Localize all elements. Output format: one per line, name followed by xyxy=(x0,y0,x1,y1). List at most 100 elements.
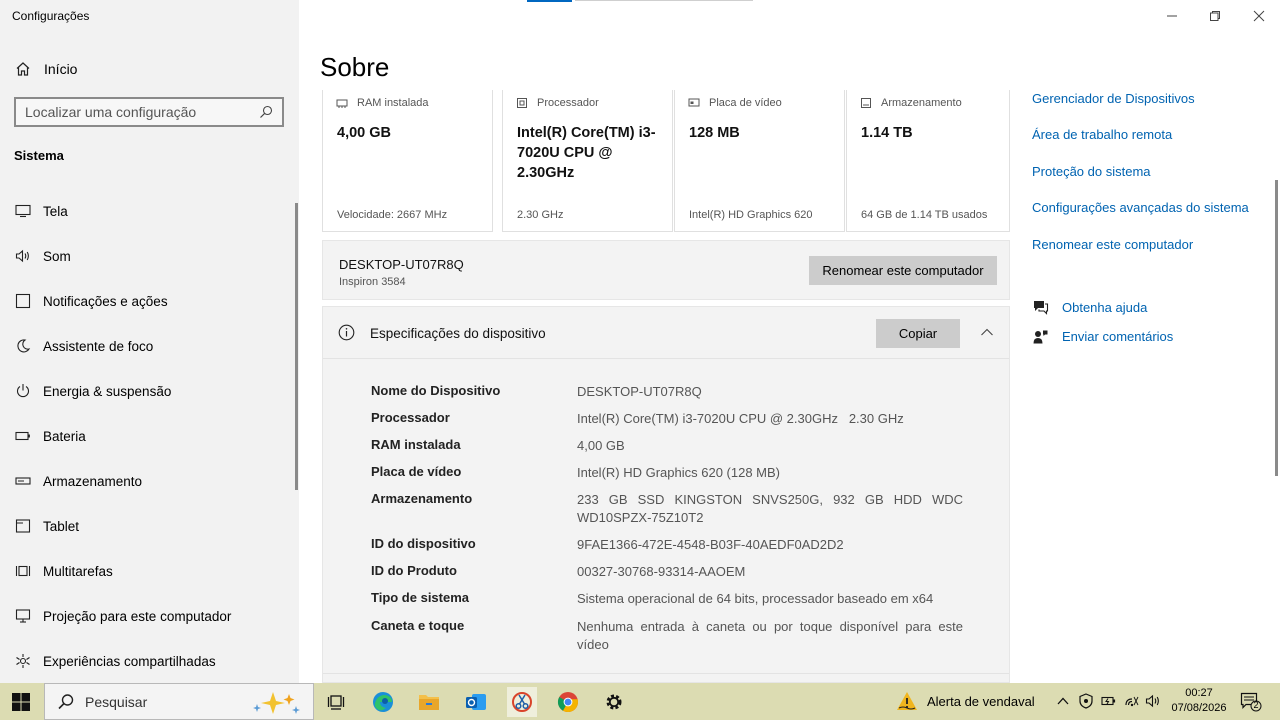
get-help-label: Obtenha ajuda xyxy=(1062,300,1148,315)
close-icon xyxy=(1253,10,1265,22)
pc-model: Inspiron 3584 xyxy=(339,276,406,288)
chevron-up-icon[interactable] xyxy=(1055,693,1071,709)
settings-search[interactable] xyxy=(14,97,284,127)
volume-icon[interactable] xyxy=(1145,693,1161,709)
sidebar-item-assistente[interactable]: Assistente de foco xyxy=(14,334,153,358)
spec-label: Caneta e toque xyxy=(371,618,465,633)
search-icon xyxy=(58,693,74,709)
folder-icon xyxy=(419,695,439,710)
search-icon[interactable] xyxy=(259,105,273,119)
settings-search-input[interactable] xyxy=(25,104,259,120)
settings-app[interactable] xyxy=(599,687,629,717)
snipping-tool-icon xyxy=(512,692,532,712)
home-label: Início xyxy=(44,61,78,77)
battery-plug-icon[interactable] xyxy=(1101,693,1117,709)
start-button[interactable] xyxy=(10,691,32,713)
sidebar-item-label: Som xyxy=(43,248,71,264)
sidebar-item-label: Assistente de foco xyxy=(43,338,154,354)
link-config-avancadas[interactable]: Configurações avançadas do sistema xyxy=(1032,200,1249,215)
link-protecao-sistema[interactable]: Proteção do sistema xyxy=(1032,164,1151,179)
send-feedback-label: Enviar comentários xyxy=(1062,329,1174,344)
top-divider xyxy=(575,0,753,1)
warning-icon xyxy=(896,691,918,711)
gear-icon xyxy=(606,694,622,710)
chevron-up-icon[interactable] xyxy=(979,324,995,340)
shield-icon[interactable] xyxy=(1078,693,1094,709)
send-feedback-link[interactable]: Enviar comentários xyxy=(1032,328,1173,345)
sidebar-item-label: Tablet xyxy=(43,518,80,534)
home-link[interactable]: Início xyxy=(14,58,77,80)
cpu-card: Processador Intel(R) Core(TM) i3-7020U C… xyxy=(502,90,673,232)
sidebar-item-armazenamento[interactable]: Armazenamento xyxy=(14,469,142,493)
file-explorer-app[interactable] xyxy=(414,687,444,717)
card-footer: 2.30 GHz xyxy=(517,209,564,221)
sidebar-item-label: Projeção para este computador xyxy=(43,608,232,624)
link-area-trabalho-remota[interactable]: Área de trabalho remota xyxy=(1032,127,1172,142)
sidebar-item-tela[interactable]: Tela xyxy=(14,199,68,223)
outlook-app[interactable] xyxy=(461,687,491,717)
ram-icon xyxy=(336,97,348,109)
notification-icon xyxy=(14,293,31,310)
task-view-icon xyxy=(327,695,345,710)
help-chat-icon xyxy=(1032,299,1049,316)
outlook-icon xyxy=(466,694,486,710)
copy-button[interactable]: Copiar xyxy=(876,319,960,348)
card-footer: Velocidade: 2667 MHz xyxy=(337,209,448,221)
spec-label: ID do Produto xyxy=(371,563,457,578)
windows-logo-icon xyxy=(12,693,30,711)
sidebar-item-multitarefas[interactable]: Multitarefas xyxy=(14,559,113,583)
monitor-icon xyxy=(14,203,31,220)
sidebar: Configurações Início Sistema Tela Som No… xyxy=(0,0,299,683)
close-button[interactable] xyxy=(1248,5,1270,27)
minimize-button[interactable] xyxy=(1161,5,1183,27)
get-help-link[interactable]: Obtenha ajuda xyxy=(1032,299,1147,316)
spec-label: Processador xyxy=(371,410,450,425)
sidebar-item-tablet[interactable]: Tablet xyxy=(14,514,79,538)
taskbar-search[interactable] xyxy=(44,683,314,720)
clock-date: 07/08/2026 xyxy=(1171,702,1227,714)
spec-value: 9FAE1366-472E-4548-B03F-40AEDF0AD2D2 xyxy=(577,537,844,552)
card-heading: Placa de vídeo xyxy=(709,97,782,109)
divider xyxy=(323,673,1009,674)
storage-card: Armazenamento 1.14 TB 64 GB de 1.14 TB u… xyxy=(846,90,1010,232)
chrome-icon xyxy=(557,692,578,713)
gpu-icon xyxy=(688,97,700,109)
spec-value: Intel(R) HD Graphics 620 (128 MB) xyxy=(577,465,781,480)
sidebar-item-label: Experiências compartilhadas xyxy=(43,653,216,669)
spec-label: Tipo de sistema xyxy=(371,590,470,605)
taskbar-clock[interactable]: 00:27 07/08/2026 xyxy=(1166,686,1232,716)
task-view-button[interactable] xyxy=(321,687,351,717)
card-value: 128 MB xyxy=(689,125,740,141)
device-specs-header[interactable]: Especificações do dispositivo Copiar xyxy=(323,307,1009,359)
main-scrollbar[interactable] xyxy=(1275,180,1278,476)
restore-button[interactable] xyxy=(1204,5,1226,27)
chrome-app[interactable] xyxy=(553,687,583,717)
spec-label: RAM instalada xyxy=(371,437,461,452)
multitask-icon xyxy=(14,563,31,580)
spec-value: Nenhuma entrada à caneta ou por toque di… xyxy=(577,619,963,652)
edge-app[interactable] xyxy=(368,687,398,717)
wifi-icon[interactable] xyxy=(1124,693,1140,709)
sidebar-item-som[interactable]: Som xyxy=(14,244,71,268)
snipping-app[interactable] xyxy=(507,687,537,717)
spec-value: Intel(R) Core(TM) i3-7020U CPU @ 2.30GHz… xyxy=(577,411,904,426)
sidebar-item-bateria[interactable]: Bateria xyxy=(14,424,86,448)
spec-value: DESKTOP-UT07R8Q xyxy=(577,384,702,399)
sidebar-item-experiencias[interactable]: Experiências compartilhadas xyxy=(14,649,216,673)
minimize-icon xyxy=(1167,15,1177,17)
link-renomear-computador[interactable]: Renomear este computador xyxy=(1032,237,1193,252)
rename-pc-button[interactable]: Renomear este computador xyxy=(809,256,997,285)
moon-icon xyxy=(14,338,31,355)
sidebar-item-projecao[interactable]: Projeção para este computador xyxy=(14,604,231,628)
sidebar-item-energia[interactable]: Energia & suspensão xyxy=(14,379,171,403)
link-gerenciador-dispositivos[interactable]: Gerenciador de Dispositivos xyxy=(1032,91,1195,106)
sidebar-scrollbar[interactable] xyxy=(295,203,298,490)
spec-label: Placa de vídeo xyxy=(371,464,462,479)
sidebar-item-notificacoes[interactable]: Notificações e ações xyxy=(14,289,168,313)
notification-center-button[interactable]: 2 xyxy=(1240,692,1262,712)
weather-widget[interactable]: Alerta de vendaval xyxy=(896,691,1035,711)
card-value: 4,00 GB xyxy=(337,125,391,141)
spec-label: Armazenamento xyxy=(371,491,473,506)
home-icon xyxy=(14,60,32,78)
taskbar-search-input[interactable] xyxy=(85,693,235,710)
